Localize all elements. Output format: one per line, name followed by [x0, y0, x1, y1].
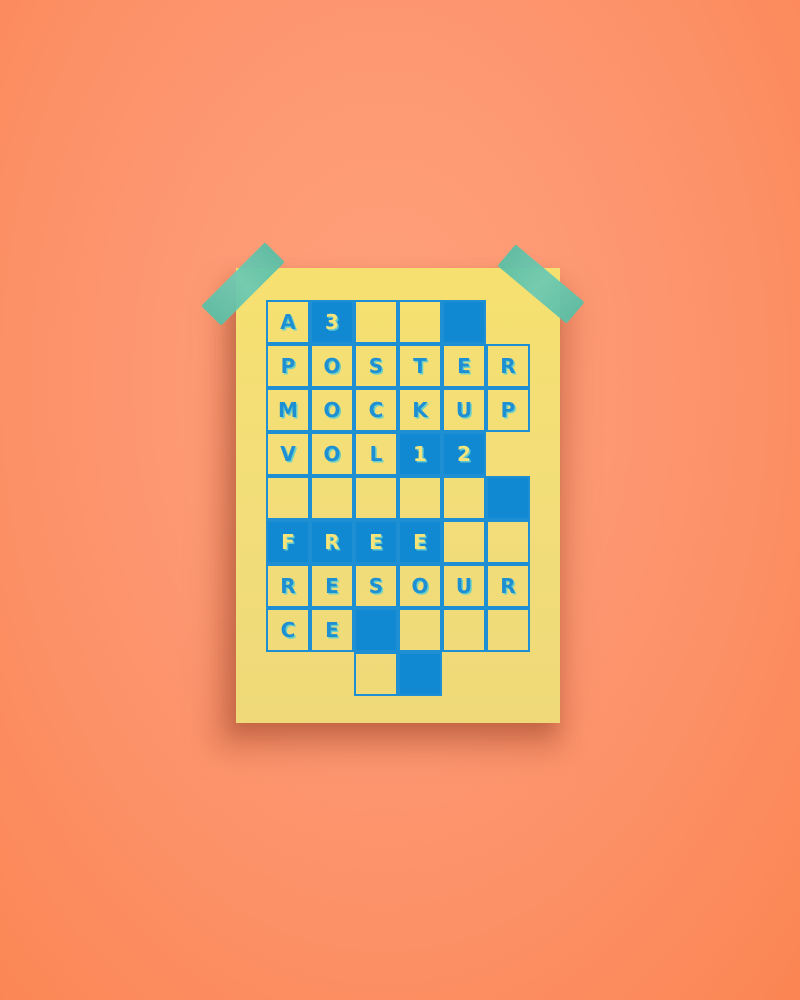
- grid-cell: [398, 652, 442, 696]
- grid-cell: V: [266, 432, 310, 476]
- grid-cell: E: [398, 520, 442, 564]
- grid-cell: [486, 476, 530, 520]
- grid-cell: [310, 476, 354, 520]
- grid-cell: U: [442, 564, 486, 608]
- grid-cell: 3: [310, 300, 354, 344]
- grid-cell: E: [310, 608, 354, 652]
- grid-cell: [442, 608, 486, 652]
- grid-cell: R: [486, 564, 530, 608]
- grid-cell: [354, 652, 398, 696]
- grid-cell: [354, 476, 398, 520]
- grid-cell: O: [310, 344, 354, 388]
- grid-cell: T: [398, 344, 442, 388]
- grid-cell: [398, 476, 442, 520]
- grid-cell: O: [398, 564, 442, 608]
- grid-cell: U: [442, 388, 486, 432]
- grid-cell: P: [266, 344, 310, 388]
- grid-cell: C: [354, 388, 398, 432]
- grid-cell: K: [398, 388, 442, 432]
- grid-cell: A: [266, 300, 310, 344]
- poster: A3POSTERMOCKUPVOL12FREERESOURCE: [236, 268, 560, 723]
- grid-cell: [442, 476, 486, 520]
- grid-cell: R: [266, 564, 310, 608]
- grid-cell: 1: [398, 432, 442, 476]
- grid-cell: O: [310, 388, 354, 432]
- grid-cell: [398, 300, 442, 344]
- grid-cell: S: [354, 564, 398, 608]
- grid-cell: S: [354, 344, 398, 388]
- grid-cell: [354, 608, 398, 652]
- grid-cell: R: [486, 344, 530, 388]
- grid-cell: F: [266, 520, 310, 564]
- grid-cell: 2: [442, 432, 486, 476]
- grid-cell: C: [266, 608, 310, 652]
- grid-cell: [486, 608, 530, 652]
- grid-cell: P: [486, 388, 530, 432]
- grid-cell: E: [354, 520, 398, 564]
- grid-cell: [266, 476, 310, 520]
- grid-cell: [486, 520, 530, 564]
- grid-cell: E: [310, 564, 354, 608]
- grid-cell: E: [442, 344, 486, 388]
- grid-cell: [398, 608, 442, 652]
- grid-cell: M: [266, 388, 310, 432]
- grid-cell: O: [310, 432, 354, 476]
- grid-cell: R: [310, 520, 354, 564]
- grid-cell: [442, 520, 486, 564]
- grid-cell: [442, 300, 486, 344]
- grid-cell: [354, 300, 398, 344]
- grid-cell: L: [354, 432, 398, 476]
